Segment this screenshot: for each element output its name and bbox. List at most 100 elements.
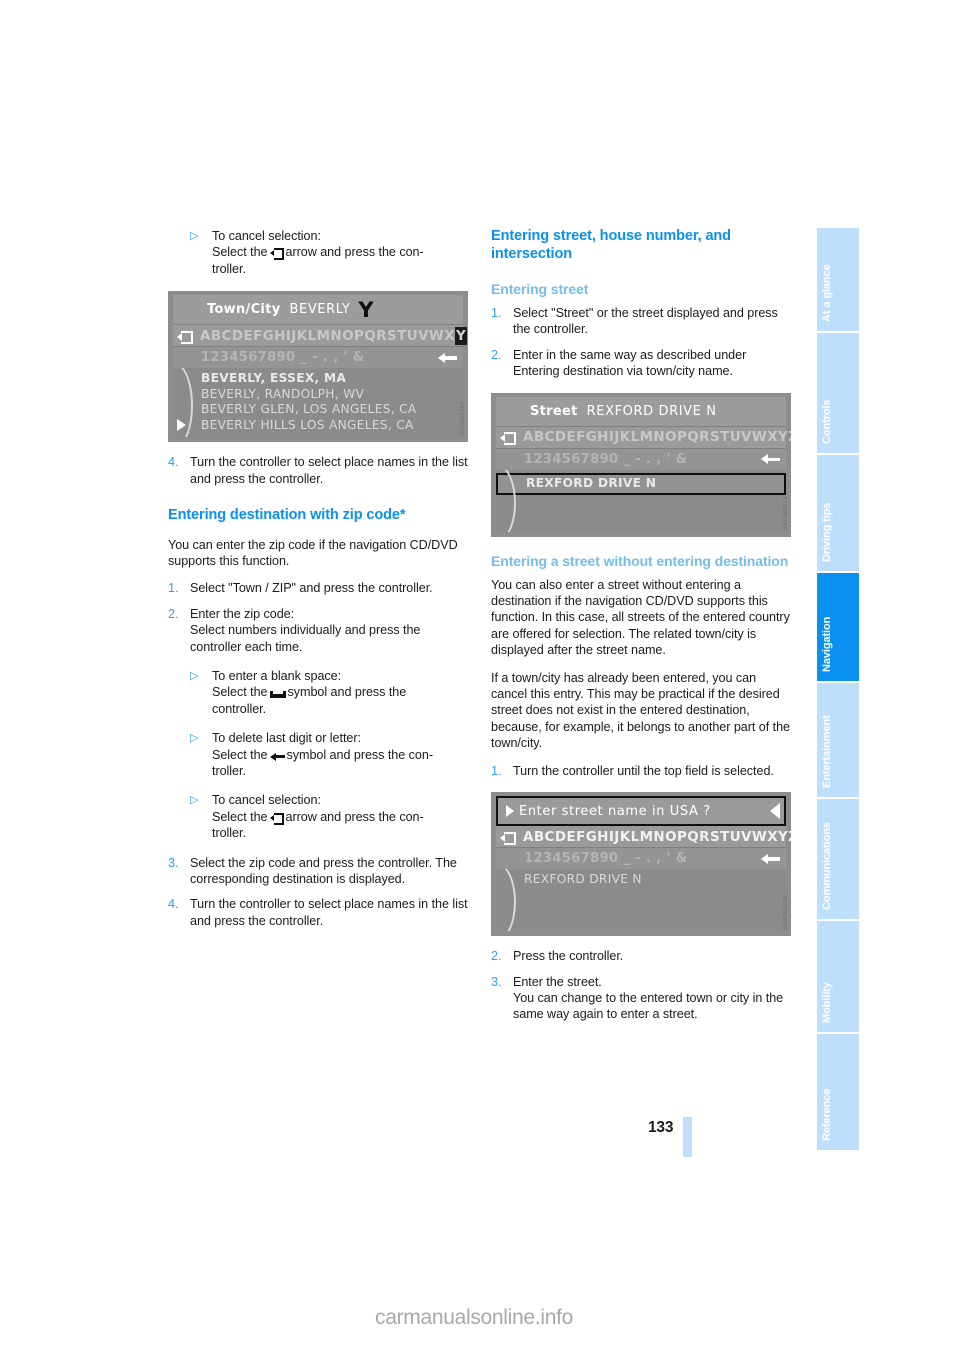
town-title-bar: Town/City BEVERLY Y [173, 295, 463, 326]
step-text: Select "Town / ZIP" and press the contro… [190, 581, 433, 596]
sidebar-tab-reference[interactable]: Reference [817, 1034, 859, 1152]
bullet-line-3: troller. [212, 826, 246, 841]
step-marker: 3. [491, 974, 502, 989]
back-arrow-icon [500, 431, 517, 446]
list-item: BEVERLY GLEN, LOS ANGELES, CA [201, 402, 417, 417]
step-text: Select "Street" or the street displayed … [513, 306, 778, 337]
figure-code: SA1062015 [783, 495, 789, 531]
bullet-line-2-pre: Select the [212, 809, 268, 824]
street-title-bar: Street REXFORD DRIVE N [496, 396, 786, 427]
step-text: Turn the controller to select place name… [190, 455, 468, 486]
step-marker: 1. [491, 306, 502, 320]
figure-enter-street-usa-screen: Enter street name in USA ? ABCDEFGHIJKLM… [491, 792, 791, 937]
figure-town-city-screen: Town/City BEVERLY Y ABCDEFGHIJKLMNOPQRST… [168, 291, 468, 443]
sidebar-tab-mobility[interactable]: Mobility [817, 921, 859, 1034]
scroll-bow-icon [496, 469, 518, 532]
bullet-line-2-post: arrow and press the con- [285, 245, 424, 260]
street-title-value: REXFORD DRIVE N [586, 403, 717, 419]
cancel-arrow-icon [269, 247, 284, 261]
town-title-cursor: Y [358, 297, 374, 322]
manual-page: ▷ To cancel selection: Select the arrow a… [0, 0, 960, 1358]
list-item: REXFORD DRIVE N [496, 472, 786, 496]
bullet-line-2-post: symbol and press the con- [286, 747, 434, 762]
bullet-marker-icon: ▷ [190, 669, 199, 682]
list-item: BEVERLY, ESSEX, MA [201, 371, 347, 386]
step-marker: 2. [491, 949, 502, 964]
step-marker: 4. [168, 897, 179, 912]
step-marker: 4. [168, 455, 179, 470]
step-text: Turn the controller to select place name… [190, 897, 468, 928]
zip-intro-paragraph: You can enter the zip code if the naviga… [168, 537, 458, 568]
bullet-delete-last-digit: ▷ To delete last digit or letter: Select… [168, 730, 468, 779]
sidebar-tab-driving-tips[interactable]: Driving tips [817, 455, 859, 573]
bullet-line-2-post: arrow and press the con- [285, 809, 424, 824]
sidebar-tab-at-a-glance[interactable]: At a glance [817, 228, 859, 333]
pointer-right-icon [506, 805, 514, 818]
bullet-line-2-post: symbol and press the [287, 685, 407, 700]
step-4-select-place-names: 4. Turn the controller to select place n… [168, 454, 468, 487]
list-item: BEVERLY HILLS LOS ANGELES, CA [201, 417, 414, 432]
bullet-line-2-pre: Select the [212, 245, 268, 260]
subheading-entering-street-without-destination: Entering a street without entering desti… [491, 552, 789, 569]
bullet-cancel-selection: ▷ To cancel selection: Select the arrow a… [168, 792, 468, 841]
street-step-2: 2. Enter in the same way as described un… [491, 347, 791, 380]
bullet-line-2-pre: Select the [212, 747, 268, 762]
without-paragraph-2: If a town/city has already been entered,… [491, 670, 790, 751]
backspace-arrow-icon [761, 453, 781, 465]
zip-step-4: 4. Turn the controller to select place n… [168, 896, 468, 929]
usa-number-row: 1234567890 _ - . , ' & [496, 848, 786, 870]
bullet-marker-icon: ▷ [190, 230, 199, 242]
figure-code: SA1051945 [460, 401, 466, 437]
step-marker: 1. [491, 763, 502, 778]
sidebar-tab-label: Mobility [820, 982, 833, 1023]
town-alphabet-tail: Z [467, 328, 468, 344]
step-text: Press the controller. [513, 949, 624, 964]
step-marker: 2. [168, 606, 179, 621]
right-column: Entering street, house number, and inter… [491, 228, 791, 1032]
back-arrow-icon [177, 330, 194, 344]
bullet-line-2-pre: Select the [212, 685, 268, 700]
sidebar-tab-navigation[interactable]: Navigation [817, 573, 859, 683]
sidebar-tab-controls[interactable]: Controls [817, 333, 859, 455]
town-number-row: 1234567890 _ - . , ' & [173, 347, 463, 369]
sidebar-tab-label: Entertainment [820, 715, 833, 788]
step-text: Enter in the same way as described under… [513, 347, 747, 379]
bullet-line-1: To cancel selection: [212, 229, 321, 243]
step-line-2: Select numbers individually and press th… [190, 623, 421, 654]
street-result-list: REXFORD DRIVE N [496, 469, 786, 532]
backspace-arrow-icon [438, 352, 458, 364]
figure-code: SA1062016 [783, 895, 789, 931]
without-step-1: 1. Turn the controller until the top fie… [491, 763, 791, 779]
scroll-bow-icon [496, 869, 518, 932]
sidebar-tab-entertainment[interactable]: Entertainment [817, 683, 859, 799]
section-tabs[interactable]: At a glance Controls Driving tips Navigatio… [817, 228, 859, 1152]
town-title-label: Town/City [207, 302, 281, 318]
list-item: REXFORD DRIVE N [524, 872, 642, 887]
town-alphabet: ABCDEFGHIJKLMNOPQRSTUVWX [200, 327, 455, 344]
bullet-line-3: controller. [212, 701, 267, 716]
bullet-line-1: To delete last digit or letter: [212, 731, 361, 746]
step-marker: 1. [168, 581, 179, 596]
usa-alphabet: ABCDEFGHIJKLMNOPQRSTUVWXYZ [523, 828, 791, 845]
usa-title-value: Enter street name in USA ? [519, 803, 711, 819]
usa-alphabet-row: ABCDEFGHIJKLMNOPQRSTUVWXYZ [496, 826, 791, 849]
street-numbers: 1234567890 _ - . , ' & [524, 451, 688, 467]
without-step-3: 3. Enter the street. You can change to t… [491, 974, 791, 1023]
bullet-line-1: To enter a blank space: [212, 668, 342, 683]
bullet-marker-icon: ▷ [190, 794, 199, 807]
left-column: ▷ To cancel selection: Select the arrow a… [168, 228, 468, 938]
zip-step-1: 1. Select "Town / ZIP" and press the con… [168, 580, 468, 596]
step-line-1: Enter the zip code: [190, 606, 295, 621]
heading-entering-street-house-intersection: Entering street, house number, and inter… [491, 228, 731, 262]
town-alphabet-row: ABCDEFGHIJKLMNOPQRSTUVWXYZ [173, 325, 468, 348]
step-text: Select the zip code and press the contro… [190, 855, 457, 887]
usa-title-bar: Enter street name in USA ? [496, 796, 786, 827]
zip-step-3: 3. Select the zip code and press the con… [168, 855, 468, 888]
step-line-2: You can change to the entered town or ci… [513, 990, 784, 1022]
figure-street-screen: Street REXFORD DRIVE N ABCDEFGHIJKLMNOPQ… [491, 392, 791, 537]
list-item: BEVERLY, RANDOLPH, WV [201, 386, 365, 401]
blank-space-icon [269, 688, 286, 699]
sidebar-tab-label: Reference [820, 1088, 833, 1141]
sidebar-tab-communications[interactable]: Communications [817, 799, 859, 921]
subheading-entering-street: Entering street [491, 281, 589, 297]
